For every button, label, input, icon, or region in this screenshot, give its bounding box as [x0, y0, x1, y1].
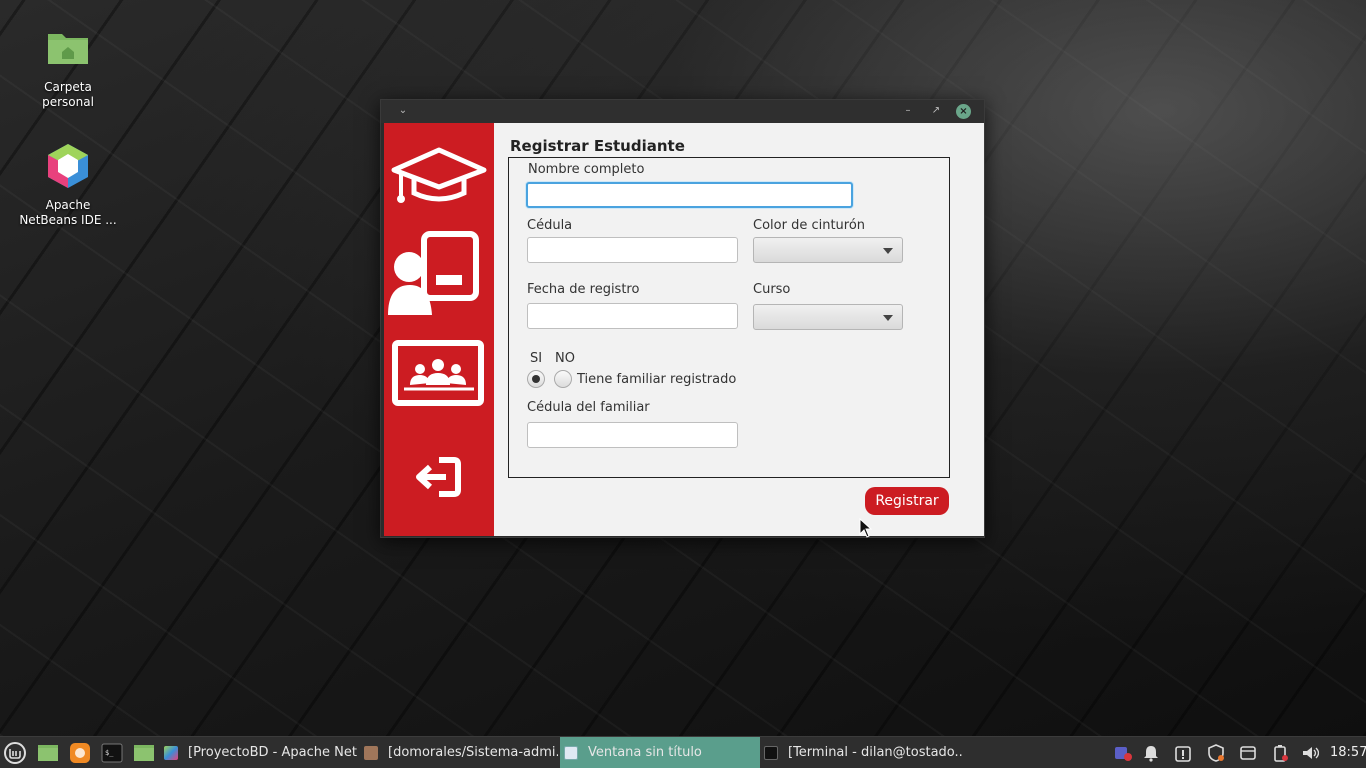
mint-menu-icon[interactable]	[4, 742, 26, 764]
update-manager-icon[interactable]	[1174, 744, 1192, 762]
taskbar-window-netbeans[interactable]: [ProyectoBD - Apache Net...	[164, 737, 358, 768]
curso-select[interactable]	[753, 304, 903, 330]
taskbar-window-label: [ProyectoBD - Apache Net...	[188, 745, 358, 760]
cedula-input[interactable]	[527, 237, 738, 263]
folder-icon[interactable]	[133, 742, 155, 764]
browser-icon	[364, 745, 378, 760]
taskbar-window-label: [domorales/Sistema-admi...	[388, 745, 558, 760]
battery-icon[interactable]	[1271, 744, 1289, 762]
logout-icon	[416, 457, 461, 497]
volume-icon[interactable]	[1301, 744, 1319, 762]
cinturon-select[interactable]	[753, 237, 903, 263]
firefox-icon[interactable]	[69, 742, 91, 764]
app-window: ⌄ – ↗ × Registrar Estudiante Nombre comp…	[380, 99, 985, 538]
chevron-down-icon	[883, 248, 893, 254]
netbeans-icon	[164, 745, 178, 760]
classroom-icon	[392, 340, 484, 406]
taskbar: $_ [ProyectoBD - Apache Net... [domorale…	[0, 736, 1366, 768]
teacher-board-icon	[388, 231, 479, 315]
file-manager-icon[interactable]	[37, 742, 59, 764]
taskbar-window-browser[interactable]: [domorales/Sistema-admi...	[364, 737, 558, 768]
taskbar-window-ventana[interactable]: Ventana sin título	[560, 737, 760, 768]
radio-no[interactable]	[554, 370, 572, 388]
folder-home-icon	[48, 34, 88, 64]
shield-icon[interactable]	[1207, 744, 1225, 762]
sidebar-item-salir[interactable]	[384, 457, 494, 501]
desktop-icon-label: Apache NetBeans IDE ...	[19, 198, 117, 227]
minimize-icon[interactable]: –	[900, 103, 916, 119]
cinturon-label: Color de cinturón	[753, 218, 866, 233]
sidebar	[384, 123, 494, 536]
registrar-button[interactable]: Registrar	[865, 487, 949, 515]
netbeans-icon	[48, 144, 88, 188]
fecha-input[interactable]	[527, 303, 738, 329]
fecha-label: Fecha de registro	[527, 282, 640, 297]
window-icon	[564, 745, 578, 760]
main-panel: Registrar Estudiante Nombre completo Céd…	[494, 123, 984, 536]
taskbar-window-label: [Terminal - dilan@tostado...	[788, 745, 964, 760]
maximize-icon[interactable]: ↗	[928, 103, 944, 119]
radio-selected-dot	[532, 375, 540, 383]
taskbar-window-terminal[interactable]: [Terminal - dilan@tostado...	[764, 737, 964, 768]
sidebar-item-instructores[interactable]	[384, 231, 494, 321]
sidebar-item-estudiantes[interactable]	[384, 145, 494, 209]
cedula-familiar-input[interactable]	[527, 422, 738, 448]
terminal-icon[interactable]: $_	[101, 742, 123, 764]
network-icon[interactable]	[1239, 744, 1257, 762]
taskbar-window-label: Ventana sin título	[588, 745, 702, 760]
page-title: Registrar Estudiante	[510, 137, 685, 155]
nombre-input[interactable]	[526, 182, 853, 208]
desktop-icon-netbeans[interactable]: Apache NetBeans IDE ...	[18, 142, 118, 228]
clock[interactable]: 18:57	[1330, 737, 1366, 768]
no-label: NO	[555, 351, 575, 366]
radio-si[interactable]	[527, 370, 545, 388]
desktop-icon-label: Carpeta personal	[42, 80, 94, 109]
familiar-label: Tiene familiar registrado	[577, 372, 737, 387]
cedula-label: Cédula	[527, 218, 573, 233]
svg-text:$_: $_	[105, 749, 114, 757]
window-menu-chevron-icon[interactable]: ⌄	[395, 103, 411, 119]
sidebar-item-cursos[interactable]	[384, 339, 494, 413]
notification-bell-icon[interactable]	[1142, 744, 1160, 762]
chevron-down-icon	[883, 315, 893, 321]
cedula-familiar-label: Cédula del familiar	[527, 400, 650, 415]
nombre-label: Nombre completo	[528, 162, 645, 177]
si-label: SI	[530, 351, 543, 366]
window-titlebar[interactable]: ⌄ – ↗ ×	[381, 100, 984, 123]
desktop-icon-home-folder[interactable]: Carpeta personal	[18, 24, 118, 110]
curso-label: Curso	[753, 282, 791, 297]
close-icon[interactable]: ×	[956, 104, 971, 119]
teams-icon[interactable]	[1114, 744, 1132, 762]
graduation-cap-icon	[391, 147, 487, 203]
mouse-cursor-icon	[859, 518, 873, 538]
registration-form: Nombre completo Cédula Color de cinturón…	[508, 157, 950, 478]
terminal-icon	[764, 745, 778, 760]
